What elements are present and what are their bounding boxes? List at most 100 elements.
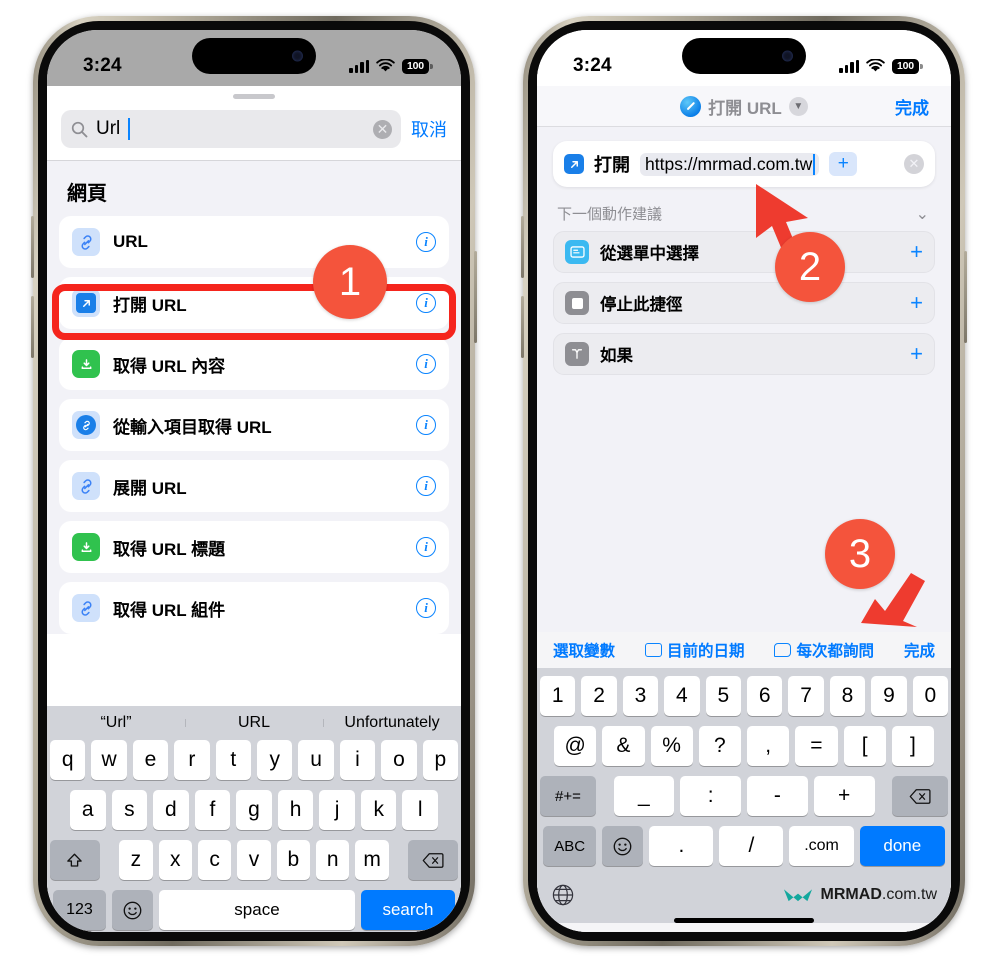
add-variable-button[interactable]: +: [829, 152, 858, 176]
slash-key[interactable]: /: [719, 826, 784, 866]
key-8[interactable]: 8: [829, 676, 866, 716]
volume-up-button[interactable]: [31, 216, 34, 278]
key-e[interactable]: e: [132, 740, 169, 780]
key-r[interactable]: r: [174, 740, 210, 780]
navbar-done-button[interactable]: 完成: [895, 94, 929, 119]
key-@[interactable]: @: [554, 726, 597, 766]
open-url-action-card[interactable]: 打開 https://mrmad.com.tw + ✕: [553, 141, 935, 187]
emoji-icon[interactable]: [602, 826, 644, 866]
key-6[interactable]: 6: [747, 676, 783, 716]
period-key[interactable]: .: [649, 826, 714, 866]
add-suggestion-button[interactable]: +: [910, 290, 923, 316]
list-item[interactable]: 取得 URL 標題 i: [59, 521, 449, 573]
key-u[interactable]: u: [298, 740, 334, 780]
list-item[interactable]: URL i: [59, 216, 449, 268]
key-w[interactable]: w: [91, 740, 127, 780]
key-5[interactable]: 5: [705, 676, 741, 716]
key-0[interactable]: 0: [912, 676, 949, 716]
info-icon[interactable]: i: [416, 476, 436, 496]
info-icon[interactable]: i: [416, 354, 436, 374]
key-7[interactable]: 7: [788, 676, 824, 716]
key-y[interactable]: y: [257, 740, 293, 780]
dotcom-key[interactable]: .com: [789, 826, 854, 866]
add-suggestion-button[interactable]: +: [910, 239, 923, 265]
key-f[interactable]: f: [194, 790, 231, 830]
info-icon[interactable]: i: [416, 598, 436, 618]
done-key[interactable]: done: [859, 826, 945, 866]
key--[interactable]: -: [747, 776, 808, 816]
key-n[interactable]: n: [316, 840, 350, 880]
key-][interactable]: ]: [891, 726, 934, 766]
url-input[interactable]: https://mrmad.com.tw: [640, 152, 820, 176]
key-o[interactable]: o: [381, 740, 417, 780]
key-:[interactable]: :: [680, 776, 742, 816]
key-d[interactable]: d: [153, 790, 189, 830]
key-?[interactable]: ?: [698, 726, 741, 766]
select-variable-button[interactable]: 選取變數: [553, 639, 615, 661]
add-suggestion-button[interactable]: +: [910, 341, 923, 367]
numbers-key[interactable]: 123: [53, 890, 106, 930]
clear-icon[interactable]: ✕: [373, 119, 392, 139]
volume-down-button[interactable]: [521, 296, 524, 358]
key-k[interactable]: k: [360, 790, 397, 830]
suggestion-item[interactable]: 從選單中選擇 +: [553, 231, 935, 273]
key-9[interactable]: 9: [871, 676, 907, 716]
current-date-chip[interactable]: 目前的日期: [644, 639, 745, 661]
key-b[interactable]: b: [276, 840, 311, 880]
key-t[interactable]: t: [215, 740, 251, 780]
key-q[interactable]: q: [49, 740, 86, 780]
power-button[interactable]: [964, 251, 967, 343]
key-m[interactable]: m: [355, 840, 389, 880]
key-&[interactable]: &: [602, 726, 645, 766]
key-s[interactable]: s: [111, 790, 148, 830]
suggestion-item[interactable]: 停止此捷徑 +: [553, 282, 935, 324]
key-z[interactable]: z: [119, 840, 153, 880]
volume-down-button[interactable]: [31, 296, 34, 358]
symbols-key[interactable]: #+=: [540, 776, 596, 816]
key-1[interactable]: 1: [539, 676, 576, 716]
info-icon[interactable]: i: [416, 415, 436, 435]
key-2[interactable]: 2: [581, 676, 617, 716]
prediction-1[interactable]: URL: [185, 714, 323, 732]
list-item[interactable]: 取得 URL 組件 i: [59, 582, 449, 634]
chevron-down-icon[interactable]: ⌄: [916, 204, 929, 224]
backspace-key[interactable]: [892, 776, 948, 816]
key-3[interactable]: 3: [622, 676, 659, 716]
key-_[interactable]: _: [613, 776, 675, 816]
key-a[interactable]: a: [69, 790, 106, 830]
key-x[interactable]: x: [158, 840, 192, 880]
prediction-0[interactable]: “Url”: [47, 714, 185, 732]
chevron-down-icon[interactable]: ▼: [788, 96, 808, 116]
globe-icon[interactable]: [551, 883, 575, 907]
search-key[interactable]: search: [360, 890, 455, 930]
key-+[interactable]: +: [813, 776, 875, 816]
key-v[interactable]: v: [237, 840, 271, 880]
key-j[interactable]: j: [319, 790, 355, 830]
backspace-key[interactable]: [408, 840, 458, 880]
home-indicator[interactable]: [674, 918, 814, 923]
key-c[interactable]: c: [197, 840, 232, 880]
suggestion-item[interactable]: 如果 +: [553, 333, 935, 375]
key-[[interactable]: [: [843, 726, 886, 766]
key-4[interactable]: 4: [664, 676, 700, 716]
key-i[interactable]: i: [339, 740, 376, 780]
key-p[interactable]: p: [422, 740, 459, 780]
emoji-icon[interactable]: [111, 890, 154, 930]
abc-key[interactable]: ABC: [543, 826, 597, 866]
space-key[interactable]: space: [159, 890, 355, 930]
key-=[interactable]: =: [795, 726, 838, 766]
key-,[interactable]: ,: [747, 726, 790, 766]
clear-icon[interactable]: ✕: [904, 154, 924, 174]
power-button[interactable]: [474, 251, 477, 343]
key-g[interactable]: g: [236, 790, 272, 830]
volume-up-button[interactable]: [521, 216, 524, 278]
info-icon[interactable]: i: [416, 232, 436, 252]
shift-key[interactable]: [50, 840, 100, 880]
key-%[interactable]: %: [650, 726, 693, 766]
list-item[interactable]: 展開 URL i: [59, 460, 449, 512]
info-icon[interactable]: i: [416, 537, 436, 557]
key-h[interactable]: h: [277, 790, 314, 830]
search-input[interactable]: Url ✕: [61, 110, 401, 148]
list-item[interactable]: 從輸入項目取得 URL i: [59, 399, 449, 451]
key-l[interactable]: l: [402, 790, 439, 830]
